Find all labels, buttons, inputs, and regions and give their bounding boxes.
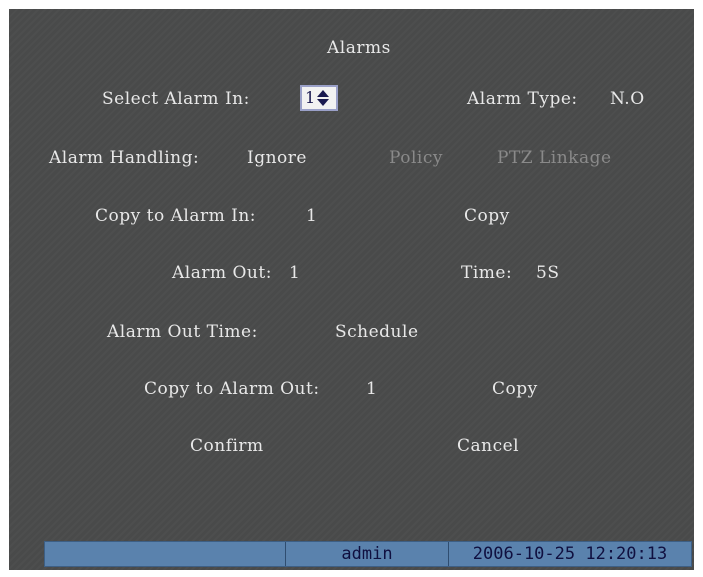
copy-to-alarm-out-value[interactable]: 1: [366, 379, 377, 399]
dialog-title: Alarms: [327, 38, 391, 58]
copy-alarm-out-button[interactable]: Copy: [492, 379, 538, 399]
copy-to-alarm-in-value[interactable]: 1: [306, 206, 317, 226]
ptz-linkage-button[interactable]: PTZ Linkage: [497, 148, 612, 168]
schedule-button[interactable]: Schedule: [335, 322, 419, 342]
alarm-handling-label: Alarm Handling:: [49, 148, 200, 168]
status-bar-blank: [45, 542, 286, 566]
alarm-type-value[interactable]: N.O: [610, 89, 645, 109]
alarms-dialog: Alarms Select Alarm In: 1 Alarm Type: N.…: [9, 9, 694, 570]
alarm-type-label: Alarm Type:: [467, 89, 578, 109]
select-alarm-in-spinner[interactable]: 1: [300, 85, 338, 111]
spinner-down-icon[interactable]: [317, 99, 330, 106]
cancel-button[interactable]: Cancel: [457, 436, 519, 456]
alarm-handling-value[interactable]: Ignore: [247, 148, 307, 168]
alarm-out-time-label: Alarm Out Time:: [107, 322, 258, 342]
confirm-button[interactable]: Confirm: [190, 436, 264, 456]
time-value[interactable]: 5S: [536, 263, 559, 283]
copy-to-alarm-out-label: Copy to Alarm Out:: [144, 379, 320, 399]
status-datetime: 2006-10-25 12:20:13: [472, 544, 668, 564]
status-bar: admin 2006-10-25 12:20:13: [44, 541, 692, 567]
time-label: Time:: [461, 263, 513, 283]
spinner-arrows-icon[interactable]: [317, 89, 330, 107]
select-alarm-in-label: Select Alarm In:: [102, 89, 250, 109]
alarm-out-value[interactable]: 1: [289, 263, 300, 283]
alarm-out-label: Alarm Out:: [172, 263, 272, 283]
spinner-up-icon[interactable]: [317, 90, 330, 97]
status-user: admin: [286, 542, 449, 566]
copy-alarm-in-button[interactable]: Copy: [464, 206, 510, 226]
select-alarm-in-value: 1: [305, 88, 316, 107]
policy-button[interactable]: Policy: [389, 148, 443, 168]
copy-to-alarm-in-label: Copy to Alarm In:: [95, 206, 256, 226]
